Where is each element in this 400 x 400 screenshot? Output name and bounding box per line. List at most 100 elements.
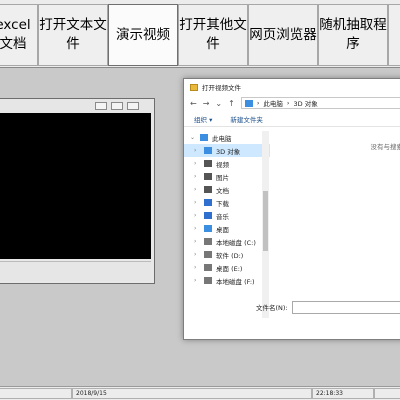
tree-item[interactable]: › 音乐: [184, 209, 270, 222]
tree-item[interactable]: › 本地磁盘 (F:): [184, 274, 270, 287]
expand-chevron-icon[interactable]: ›: [194, 173, 200, 180]
open-video-dialog: 打开视频文件 ← → ⌄ ↑ › 此电脑 › 3D 对象 组织 ▾ 新建文件夹 …: [183, 78, 400, 340]
player-controls: [0, 261, 151, 281]
back-icon[interactable]: ←: [190, 99, 197, 108]
button-label-line1: 网页浏览器: [249, 26, 317, 43]
scrollbar-thumb[interactable]: [263, 191, 268, 251]
tree-item-label: 桌面: [216, 225, 229, 234]
expand-chevron-icon[interactable]: ›: [194, 212, 200, 219]
folder-icon: [190, 83, 198, 91]
time-text: 22:18:33: [316, 390, 343, 397]
tree-item-icon: [204, 264, 212, 271]
status-time: 22:18:33: [312, 388, 374, 399]
expand-chevron-icon[interactable]: ›: [194, 238, 200, 245]
button-label-line2: 件: [66, 36, 80, 52]
dialog-titlebar: 打开视频文件: [184, 79, 400, 95]
demo-video-button[interactable]: 演示视频: [108, 4, 178, 66]
expand-chevron-icon[interactable]: ›: [194, 199, 200, 206]
forward-icon[interactable]: →: [203, 99, 210, 108]
expand-chevron-icon[interactable]: ›: [194, 186, 200, 193]
date-text: 2018/9/15: [76, 390, 107, 397]
video-screen[interactable]: [0, 113, 151, 259]
breadcrumb-separator-icon: ›: [256, 99, 260, 107]
expand-chevron-icon[interactable]: ⌄: [190, 134, 196, 141]
button-label-line2: 件: [206, 36, 220, 52]
tree-item-label: 图片: [216, 173, 229, 182]
dialog-title: 打开视频文件: [202, 84, 241, 92]
breadcrumb-this-pc[interactable]: 此电脑: [263, 98, 283, 108]
open-text-file-button[interactable]: 打开文本文件: [38, 4, 108, 66]
player-titlebar: [0, 99, 154, 113]
organize-menu[interactable]: 组织 ▾: [194, 114, 212, 124]
open-other-file-button[interactable]: 打开其他文件: [178, 4, 248, 66]
tree-item-label: 下载: [216, 199, 229, 208]
toolbar-button-partial[interactable]: [388, 4, 400, 66]
expand-chevron-icon[interactable]: ›: [194, 264, 200, 271]
tree-item-icon: [204, 160, 212, 167]
tree-item-icon: [204, 173, 212, 180]
expand-chevron-icon[interactable]: ›: [194, 277, 200, 284]
tree-item-label: 本地磁盘 (F:): [216, 277, 255, 286]
empty-folder-message: 没有与搜索: [370, 143, 400, 151]
tree-item[interactable]: ⌄ 此电脑: [184, 131, 270, 144]
new-folder-button[interactable]: 新建文件夹: [230, 114, 263, 124]
address-bar[interactable]: › 此电脑 › 3D 对象: [240, 97, 400, 109]
tree-item-label: 视频: [216, 160, 229, 169]
filename-input[interactable]: [291, 300, 400, 314]
tree-item-icon: [204, 238, 212, 245]
tree-item[interactable]: › 桌面 (E:): [184, 261, 270, 274]
tree-scrollbar[interactable]: [262, 131, 269, 318]
status-cell: [374, 388, 400, 399]
close-icon[interactable]: [127, 102, 139, 110]
status-date: 2018/9/15: [72, 388, 312, 399]
button-label-line1: 演示视频: [116, 26, 170, 43]
tree-item-label: 文档: [216, 186, 229, 195]
expand-chevron-icon[interactable]: ›: [194, 160, 200, 167]
filename-label: 文件名(N):: [256, 304, 288, 312]
dialog-toolbar: 组织 ▾ 新建文件夹: [184, 111, 400, 127]
random-draw-button[interactable]: 随机抽取程序: [318, 4, 388, 66]
expand-chevron-icon[interactable]: ›: [194, 147, 200, 154]
tree-item-label: 音乐: [216, 212, 229, 221]
tree-item-label: 本地磁盘 (C:): [216, 238, 256, 247]
web-browser-button[interactable]: 网页浏览器: [248, 4, 318, 66]
tree-item[interactable]: › 3D 对象: [184, 144, 270, 157]
excel-document-button[interactable]: excel 文档: [0, 4, 38, 66]
expand-chevron-icon[interactable]: ›: [194, 251, 200, 258]
tree-item-label: 3D 对象: [216, 147, 241, 156]
history-chevron-icon[interactable]: ⌄: [215, 99, 222, 108]
button-label-line1: 随机抽取程: [319, 17, 387, 33]
3d-objects-icon: [244, 99, 253, 107]
tree-item-icon: [204, 212, 212, 219]
video-player-window: [0, 98, 155, 284]
navigation-tree: ⌄ 此电脑 › 3D 对象 › 视频 › 图片 › 文档 › 下载 › 音乐 › 桌面 › 本地磁盘 (C:) › 软…: [184, 131, 270, 318]
tree-item[interactable]: › 软件 (D:): [184, 248, 270, 261]
tree-item-icon: [204, 186, 212, 193]
tree-item[interactable]: › 本地磁盘 (C:): [184, 235, 270, 248]
up-icon[interactable]: ↑: [228, 99, 235, 108]
tree-item-label: 软件 (D:): [216, 251, 244, 260]
breadcrumb-3d-objects[interactable]: 3D 对象: [294, 98, 318, 108]
tree-item[interactable]: › 图片: [184, 170, 270, 183]
tree-item[interactable]: › 桌面: [184, 222, 270, 235]
dialog-navigation: ← → ⌄ ↑ › 此电脑 › 3D 对象: [184, 95, 400, 111]
tree-item-icon: [204, 147, 212, 154]
tree-item[interactable]: › 视频: [184, 157, 270, 170]
button-label-line2: 序: [346, 36, 360, 52]
expand-chevron-icon[interactable]: ›: [194, 225, 200, 232]
tree-item-icon: [204, 199, 212, 206]
maximize-icon[interactable]: [111, 102, 123, 110]
minimize-icon[interactable]: [95, 102, 107, 110]
tree-item[interactable]: › 下载: [184, 196, 270, 209]
tree-item-label: 此电脑: [212, 134, 232, 143]
breadcrumb-separator-icon: ›: [286, 99, 290, 107]
tree-item-icon: [204, 277, 212, 284]
button-label-line1: 打开其他文: [179, 17, 247, 33]
tree-item[interactable]: › 文档: [184, 183, 270, 196]
status-cell: [0, 388, 72, 399]
status-bar: 2018/9/15 22:18:33: [0, 386, 400, 400]
tree-item-icon: [204, 251, 212, 258]
tree-item-icon: [200, 134, 208, 141]
toolbar: excel 文档 打开文本文件 演示视频 打开其他文件 网页浏览器 随机抽取程序: [0, 0, 400, 68]
tree-item-icon: [204, 225, 212, 232]
